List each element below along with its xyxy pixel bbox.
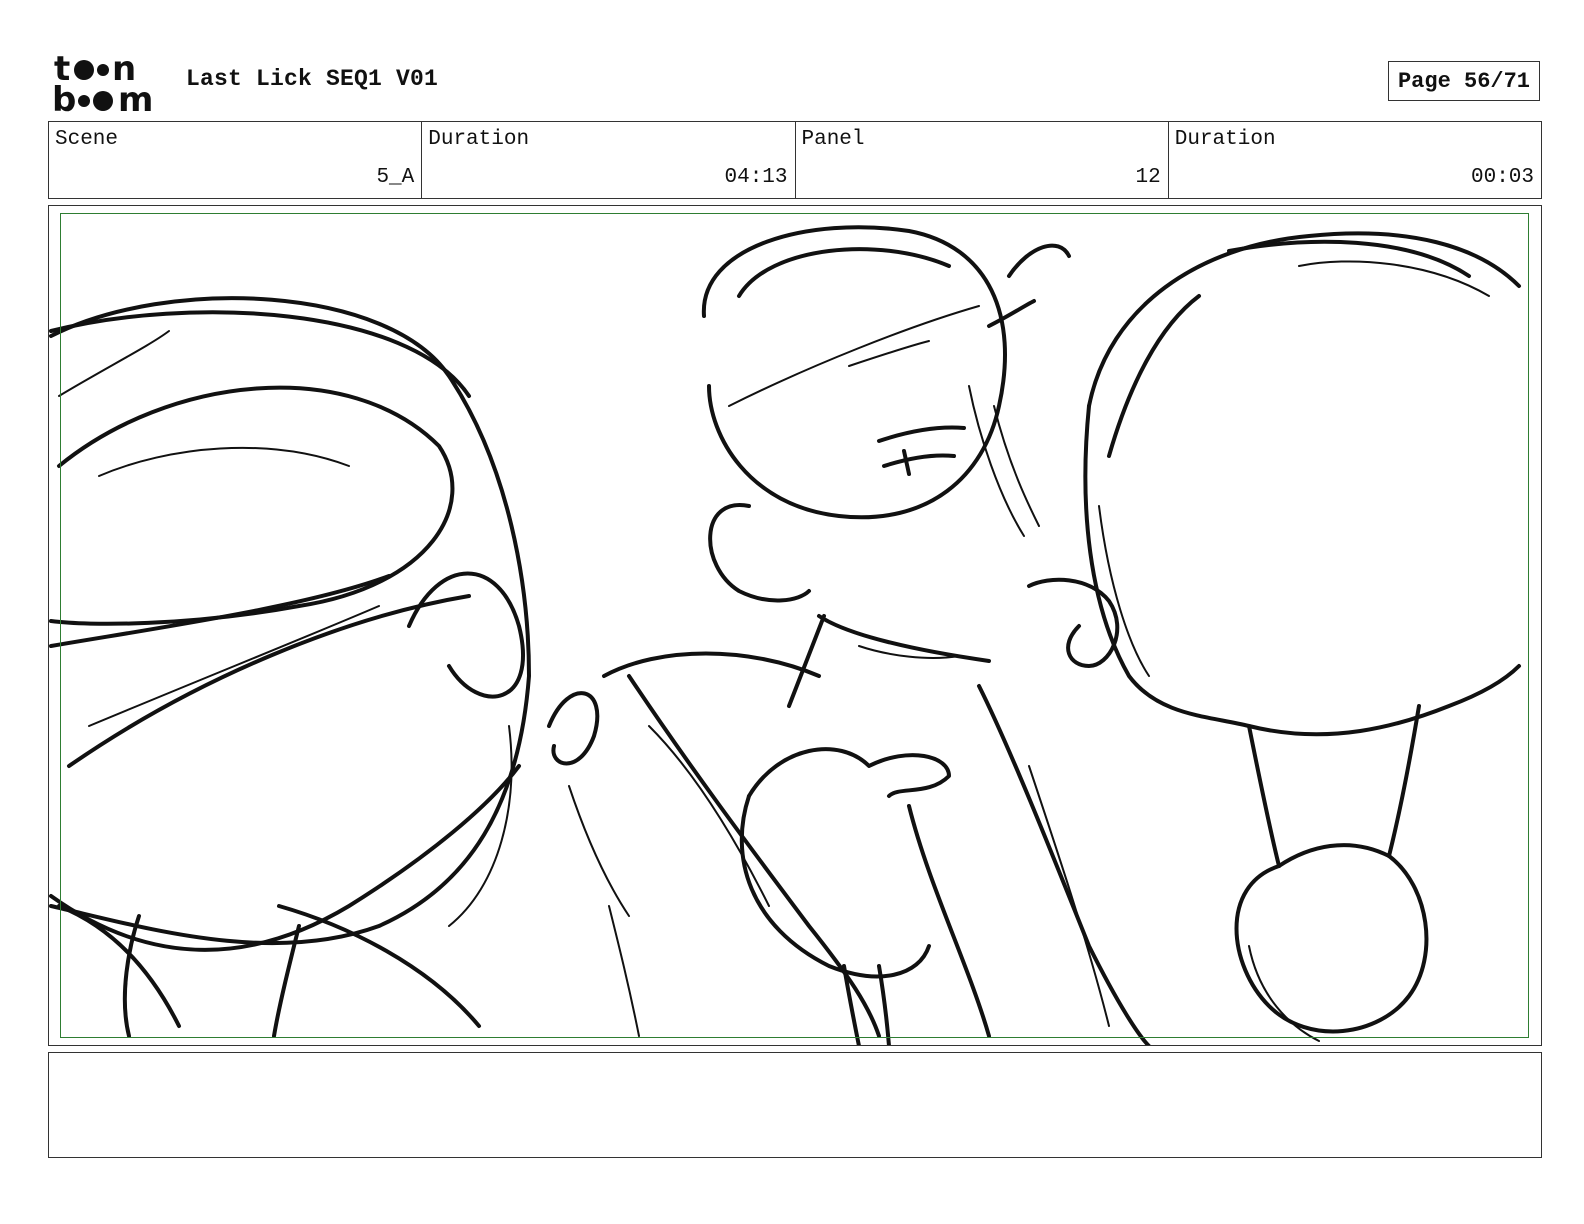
scene-duration-value: 04:13	[724, 166, 788, 189]
scene-cell: Scene 5_A	[49, 122, 423, 198]
panel-info-row: Scene 5_A Duration 04:13 Panel 12 Durati…	[48, 121, 1542, 199]
scene-value: 5_A	[376, 166, 415, 189]
toon-boom-logo-mark: t n b m	[52, 50, 153, 114]
panel-duration-cell: Duration 00:03	[1169, 122, 1541, 198]
panel-cell: Panel 12	[796, 122, 1169, 198]
scene-duration-label: Duration	[428, 128, 530, 151]
panel-duration-label: Duration	[1174, 128, 1276, 151]
page-indicator: Page 56/71	[1388, 61, 1540, 101]
toon-boom-logo: t n b m	[50, 50, 166, 114]
svg-text:m: m	[118, 80, 153, 114]
panel-value: 12	[1135, 166, 1161, 189]
scene-duration-cell: Duration 04:13	[422, 122, 796, 198]
document-title: Last Lick SEQ1 V01	[186, 66, 439, 92]
panel-notes-box	[48, 1052, 1542, 1158]
scene-label: Scene	[55, 128, 119, 151]
panel-label: Panel	[801, 128, 865, 151]
panel-duration-value: 00:03	[1470, 166, 1534, 189]
svg-text:b: b	[52, 80, 76, 114]
storyboard-panel	[48, 205, 1542, 1046]
safe-area-frame	[60, 213, 1529, 1038]
